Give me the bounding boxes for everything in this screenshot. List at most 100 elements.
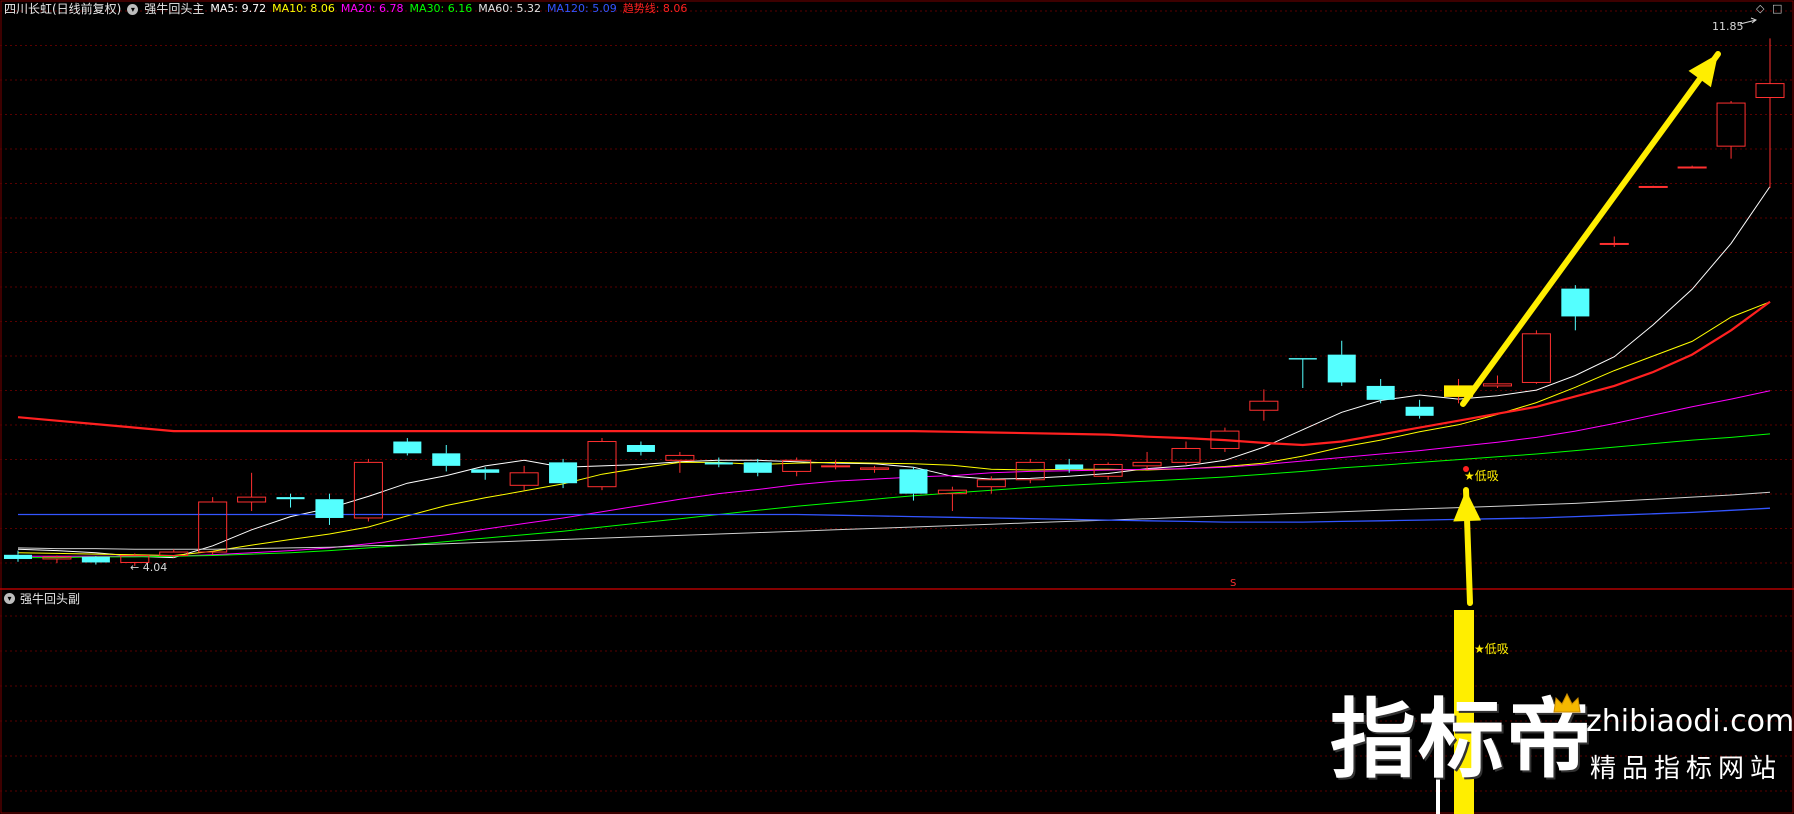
chevron-down-icon[interactable]: ▾ <box>127 3 139 15</box>
candle-body <box>587 441 617 488</box>
candle <box>432 445 461 472</box>
candle <box>393 438 422 456</box>
candle <box>1755 38 1785 188</box>
candle <box>1561 285 1590 331</box>
candle-body <box>1132 461 1162 467</box>
ma-legend-item: MA5: 9.72 <box>210 2 267 15</box>
watermark-slogan: 精品指标网站 <box>1590 754 1783 784</box>
indicator-sub-name[interactable]: 强牛回头副 <box>20 590 80 607</box>
ma-legend-item: MA30: 6.16 <box>409 2 473 15</box>
candle <box>353 458 383 522</box>
watermark: 指标帝 zhibiaodi.com 精品指标网站 <box>1330 690 1794 790</box>
max-price-label: 11.85 <box>1712 20 1744 33</box>
candle-body <box>976 479 1006 488</box>
candle-body <box>1171 447 1201 463</box>
candle-body <box>1405 406 1434 416</box>
candle <box>471 467 500 480</box>
candle <box>1677 165 1707 169</box>
candle-body <box>1249 400 1279 411</box>
candle-body <box>1638 185 1668 188</box>
candle-body <box>743 462 772 473</box>
candle <box>276 493 305 508</box>
up-arrow-icon-head <box>1453 490 1481 522</box>
candle <box>743 458 772 477</box>
candle-body <box>704 462 733 465</box>
candle-body <box>1677 166 1707 169</box>
candle <box>3 550 33 562</box>
candle-body <box>1716 102 1746 147</box>
candle <box>315 493 344 525</box>
candle-body <box>1599 242 1629 245</box>
ma-line <box>17 300 1771 447</box>
candle-body <box>1482 383 1512 387</box>
candle-body <box>237 496 267 503</box>
candle <box>704 457 733 468</box>
ma-line <box>18 390 1771 557</box>
candle <box>1171 441 1201 465</box>
candle-body <box>899 469 928 494</box>
candle <box>1521 330 1551 384</box>
candle-body <box>1366 385 1395 400</box>
candle-body <box>626 445 655 452</box>
candle-body <box>471 469 500 473</box>
candle-body <box>1521 333 1551 383</box>
candle <box>1716 100 1746 159</box>
candle <box>1482 375 1512 389</box>
candle-body <box>860 467 890 470</box>
candle-body <box>276 497 305 500</box>
candle <box>821 460 851 470</box>
candle-body <box>198 501 228 553</box>
candle <box>587 438 617 491</box>
sub-signal-label: ★低吸 <box>1474 642 1509 656</box>
indicator-main-name[interactable]: 强牛回头主 <box>144 1 204 17</box>
ma-legend-item: MA10: 8.06 <box>272 2 335 15</box>
candle <box>237 472 267 512</box>
candle-body <box>821 465 851 468</box>
candle-body <box>1561 288 1590 317</box>
chevron-down-icon[interactable]: ▾ <box>4 593 15 604</box>
candle-body <box>1327 354 1356 383</box>
up-right-arrow-icon <box>1460 51 1721 407</box>
ma-legend-item: MA120: 5.09 <box>546 2 617 15</box>
candle <box>937 486 967 512</box>
candle <box>1132 451 1162 470</box>
candle-body <box>81 556 110 563</box>
ma-line <box>18 433 1771 559</box>
ma-legend-item: MA20: 6.78 <box>340 2 404 15</box>
candle-body <box>315 499 344 518</box>
candle <box>860 465 890 473</box>
candle <box>782 457 812 477</box>
candle <box>1327 340 1356 386</box>
candle-body <box>509 472 539 486</box>
ma-legend-item: MA60: 5.32 <box>478 2 541 15</box>
candle-body <box>1288 358 1317 360</box>
ma-legend-item: 趋势线: 8.06 <box>622 2 688 15</box>
candle <box>1638 185 1668 188</box>
main-header: 四川长虹(日线前复权) ▾ 强牛回头主 MA5: 9.72 MA10: 8.06 M… <box>4 1 687 17</box>
sub-header: ▾ 强牛回头副 <box>4 590 80 607</box>
candle <box>1288 358 1317 389</box>
maximize-icon[interactable]: □ <box>1772 2 1782 15</box>
candle-body <box>432 453 461 466</box>
candle <box>1249 389 1279 421</box>
candle-body <box>1755 83 1785 98</box>
buy-signal-label: ★低吸 <box>1464 469 1499 483</box>
candle-body <box>393 441 422 454</box>
signal-s-marker: S <box>1230 578 1236 589</box>
candle <box>899 467 928 501</box>
candle <box>1366 378 1395 404</box>
candle-body <box>3 554 33 559</box>
candle-body <box>1055 464 1084 470</box>
crown-icon <box>1553 692 1581 713</box>
candle <box>549 458 578 489</box>
candle <box>42 555 72 564</box>
ma-legend: MA5: 9.72 MA10: 8.06 MA20: 6.78 MA30: 6.16 M… <box>210 1 687 17</box>
candle <box>1599 236 1629 247</box>
watermark-url: zhibiaodi.com <box>1586 704 1794 739</box>
diamond-icon[interactable]: ◇ <box>1756 2 1764 15</box>
candle-body <box>549 462 578 484</box>
candle <box>1093 462 1123 480</box>
ma-line <box>17 186 1771 559</box>
stock-title: 四川长虹(日线前复权) <box>4 2 122 16</box>
candle-body <box>353 461 383 519</box>
